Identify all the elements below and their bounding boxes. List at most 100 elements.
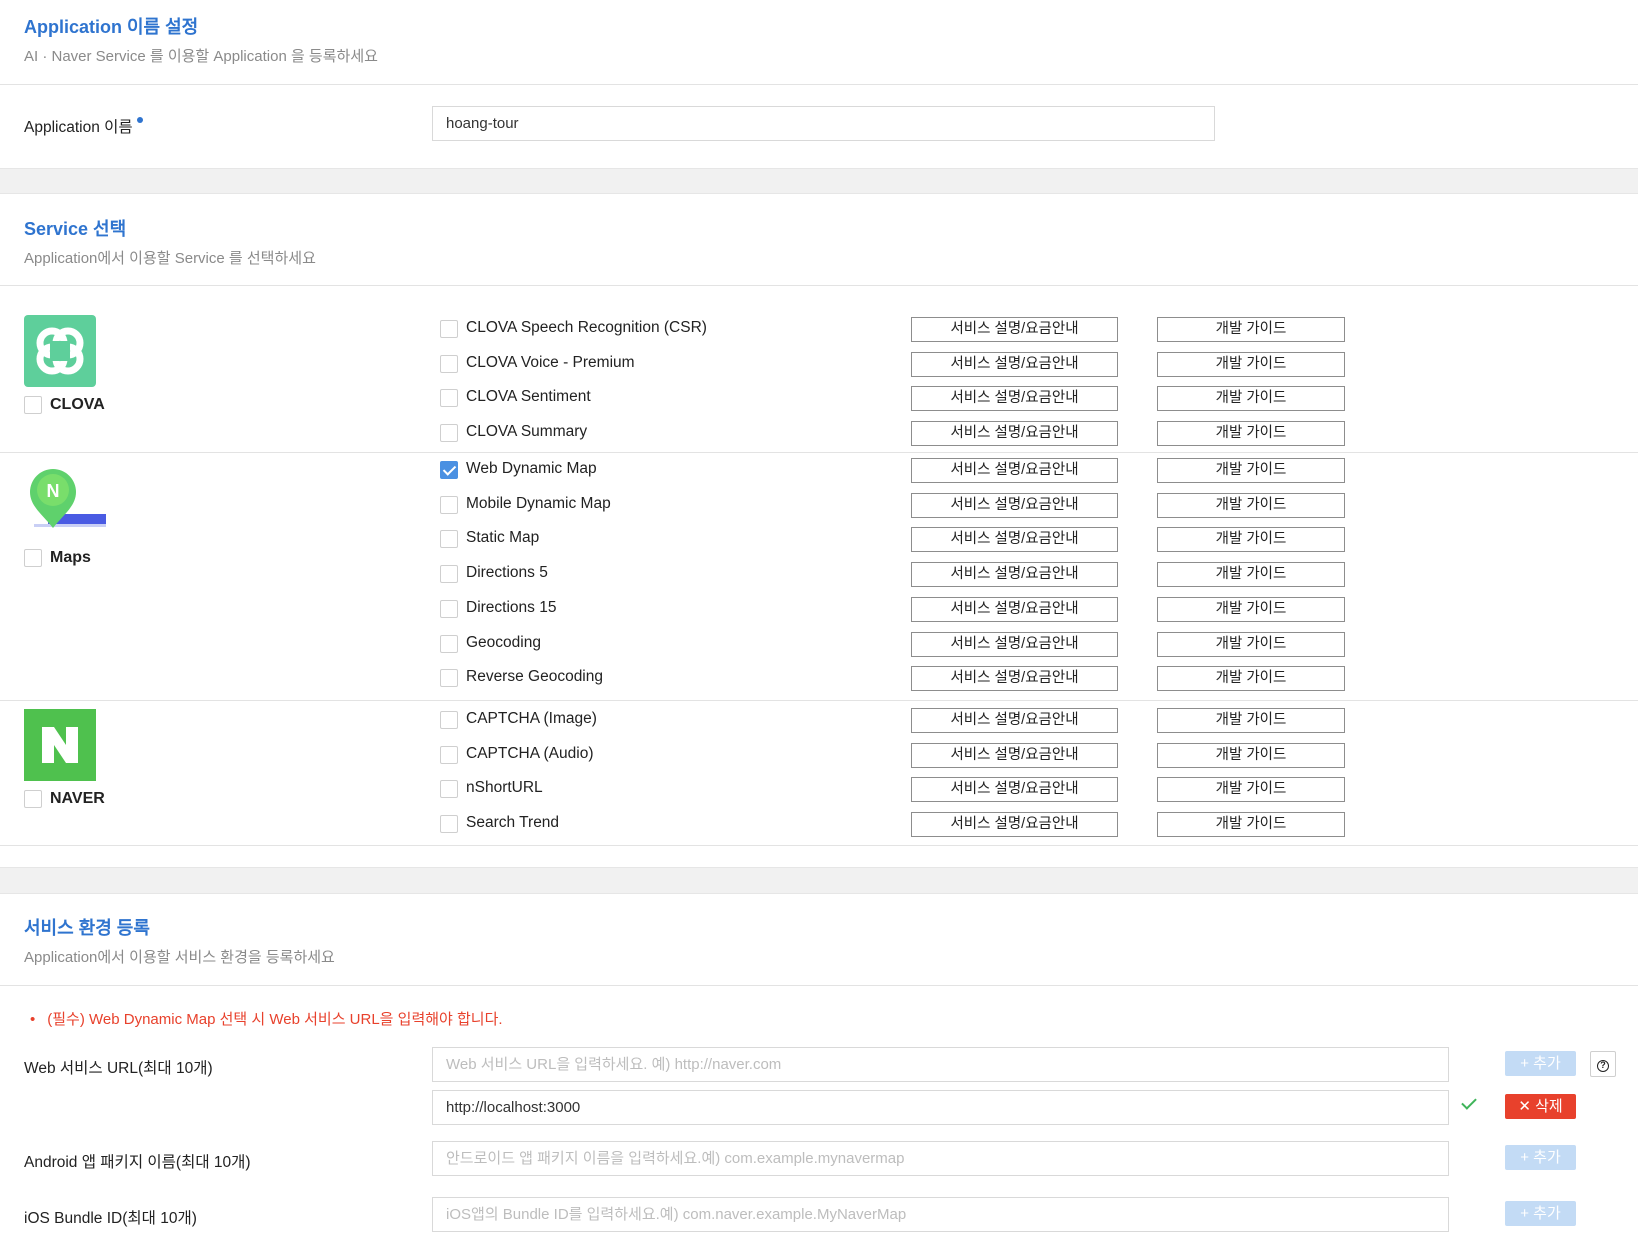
dev-guide-button[interactable]: 개발 가이드 — [1157, 743, 1345, 768]
web-url-input[interactable] — [432, 1047, 1449, 1082]
naver-logo-icon — [24, 709, 96, 781]
service-name: CLOVA Voice - Premium — [466, 354, 635, 371]
ios-add-button[interactable]: + 추가 — [1505, 1201, 1576, 1226]
app-name-title: Application 이름 설정 — [24, 17, 199, 37]
maps-logo-icon: N — [24, 466, 106, 542]
service-name: nShortURL — [466, 779, 543, 796]
service-info-button[interactable]: 서비스 설명/요금안내 — [911, 666, 1118, 691]
dev-guide-button[interactable]: 개발 가이드 — [1157, 493, 1345, 518]
dev-guide-button[interactable]: 개발 가이드 — [1157, 421, 1345, 446]
android-package-input[interactable] — [432, 1141, 1449, 1176]
app-name-desc: AI · Naver Service 를 이용할 Application 을 등… — [24, 48, 378, 65]
service-checkbox[interactable] — [440, 746, 458, 764]
dev-guide-button[interactable]: 개발 가이드 — [1157, 666, 1345, 691]
dev-guide-button[interactable]: 개발 가이드 — [1157, 777, 1345, 802]
service-desc: Application에서 이용할 Service 를 선택하세요 — [24, 250, 316, 267]
service-checkbox[interactable] — [440, 389, 458, 407]
dev-guide-button[interactable]: 개발 가이드 — [1157, 352, 1345, 377]
service-checkbox[interactable] — [440, 320, 458, 338]
group-checkbox-naver[interactable] — [24, 790, 42, 808]
service-name: Static Map — [466, 529, 540, 546]
service-checkbox[interactable] — [440, 496, 458, 514]
service-checkbox[interactable] — [440, 355, 458, 373]
service-checkbox[interactable] — [440, 711, 458, 729]
service-name: CAPTCHA (Image) — [466, 710, 597, 727]
ios-bundle-input[interactable] — [432, 1197, 1449, 1232]
service-title: Service 선택 — [24, 219, 127, 239]
service-name: CLOVA Sentiment — [466, 388, 591, 405]
dev-guide-button[interactable]: 개발 가이드 — [1157, 708, 1345, 733]
service-name: CLOVA Speech Recognition (CSR) — [466, 319, 707, 336]
web-url-add-button[interactable]: + 추가 — [1505, 1051, 1576, 1076]
dev-guide-button[interactable]: 개발 가이드 — [1157, 597, 1345, 622]
android-add-button[interactable]: + 추가 — [1505, 1145, 1576, 1170]
service-name: CAPTCHA (Audio) — [466, 745, 594, 762]
group-label-naver: NAVER — [50, 790, 105, 807]
web-url-label: Web 서비스 URL(최대 10개) — [24, 1060, 213, 1077]
env-title: 서비스 환경 등록 — [24, 918, 150, 938]
dev-guide-button[interactable]: 개발 가이드 — [1157, 317, 1345, 342]
service-info-button[interactable]: 서비스 설명/요금안내 — [911, 812, 1118, 837]
service-info-button[interactable]: 서비스 설명/요금안내 — [911, 421, 1118, 446]
section-gap-2 — [0, 867, 1638, 894]
clova-logo-shape — [36, 327, 84, 375]
dev-guide-button[interactable]: 개발 가이드 — [1157, 458, 1345, 483]
group-checkbox-clova[interactable] — [24, 396, 42, 414]
web-url-entry[interactable] — [432, 1090, 1449, 1125]
service-info-button[interactable]: 서비스 설명/요금안내 — [911, 743, 1118, 768]
service-name: Web Dynamic Map — [466, 460, 597, 477]
help-button[interactable]: ? — [1590, 1051, 1616, 1077]
service-info-button[interactable]: 서비스 설명/요금안내 — [911, 458, 1118, 483]
group-divider-2 — [0, 700, 1638, 701]
app-name-label-text: Application 이름 — [24, 119, 133, 136]
service-info-button[interactable]: 서비스 설명/요금안내 — [911, 632, 1118, 657]
dev-guide-button[interactable]: 개발 가이드 — [1157, 632, 1345, 657]
dev-guide-button[interactable]: 개발 가이드 — [1157, 562, 1345, 587]
group-label-clova: CLOVA — [50, 396, 105, 413]
app-name-label: Application 이름 — [24, 115, 143, 137]
dev-guide-button[interactable]: 개발 가이드 — [1157, 812, 1345, 837]
service-info-button[interactable]: 서비스 설명/요금안내 — [911, 597, 1118, 622]
service-checkbox[interactable] — [440, 530, 458, 548]
service-name: Search Trend — [466, 814, 560, 831]
service-checkbox[interactable] — [440, 600, 458, 618]
service-info-button[interactable]: 서비스 설명/요금안내 — [911, 386, 1118, 411]
required-warning: (필수) Web Dynamic Map 선택 시 Web 서비스 URL을 입… — [30, 1008, 502, 1029]
ios-label: iOS Bundle ID(최대 10개) — [24, 1210, 197, 1227]
service-checkbox[interactable] — [440, 815, 458, 833]
app-name-input[interactable] — [432, 106, 1215, 141]
dev-guide-button[interactable]: 개발 가이드 — [1157, 386, 1345, 411]
service-info-button[interactable]: 서비스 설명/요금안내 — [911, 352, 1118, 377]
service-info-button[interactable]: 서비스 설명/요금안내 — [911, 527, 1118, 552]
app-name-header: Application 이름 설정 AI · Naver Service 를 이… — [0, 0, 1638, 85]
service-info-button[interactable]: 서비스 설명/요금안내 — [911, 777, 1118, 802]
service-checkbox[interactable] — [440, 669, 458, 687]
service-info-button[interactable]: 서비스 설명/요금안내 — [911, 317, 1118, 342]
required-dot — [136, 117, 143, 123]
service-checkbox[interactable] — [440, 461, 458, 479]
dev-guide-button[interactable]: 개발 가이드 — [1157, 527, 1345, 552]
service-checkbox[interactable] — [440, 565, 458, 583]
group-checkbox-maps[interactable] — [24, 549, 42, 567]
env-header: 서비스 환경 등록 Application에서 이용할 서비스 환경을 등록하세… — [0, 894, 1638, 986]
service-info-button[interactable]: 서비스 설명/요금안내 — [911, 708, 1118, 733]
service-checkbox[interactable] — [440, 424, 458, 442]
clova-logo-icon — [24, 315, 96, 387]
service-name: Directions 15 — [466, 599, 557, 616]
service-info-button[interactable]: 서비스 설명/요금안내 — [911, 562, 1118, 587]
group-divider-1 — [0, 452, 1638, 453]
service-name: Directions 5 — [466, 564, 548, 581]
env-desc: Application에서 이용할 서비스 환경을 등록하세요 — [24, 949, 335, 966]
help-icon: ? — [1597, 1060, 1609, 1072]
group-label-maps: Maps — [50, 549, 91, 566]
service-info-button[interactable]: 서비스 설명/요금안내 — [911, 493, 1118, 518]
service-name: Mobile Dynamic Map — [466, 495, 611, 512]
web-url-delete-button[interactable]: ✕ 삭제 — [1505, 1094, 1576, 1119]
service-checkbox[interactable] — [440, 780, 458, 798]
maps-logo-shape: N — [30, 469, 106, 528]
svg-text:N: N — [47, 481, 60, 501]
valid-check-icon — [1461, 1094, 1477, 1110]
service-name: CLOVA Summary — [466, 423, 588, 440]
service-header: Service 선택 Application에서 이용할 Service 를 선… — [0, 194, 1638, 286]
service-checkbox[interactable] — [440, 635, 458, 653]
